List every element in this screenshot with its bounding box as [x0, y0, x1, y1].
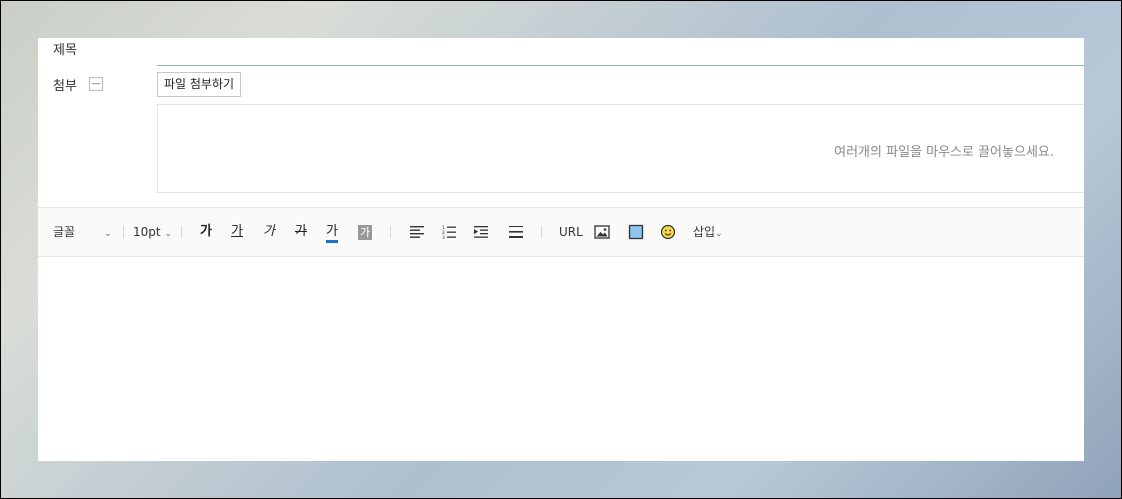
- numbered-list-icon: 1 2 3: [442, 225, 456, 240]
- strikethrough-icon: 가: [295, 224, 307, 239]
- align-button[interactable]: [409, 224, 425, 240]
- underline-icon: 가: [231, 224, 243, 239]
- subject-label: 제목: [53, 43, 77, 58]
- drop-zone-hint: 여러개의 파일을 마우스로 끌어놓으세요.: [834, 145, 1054, 160]
- toolbar-divider: [181, 226, 182, 238]
- toolbar-divider: [541, 226, 542, 238]
- url-icon: URL: [559, 225, 583, 239]
- bold-button[interactable]: 가: [200, 208, 212, 256]
- insert-menu-button[interactable]: 삽입⌄: [693, 208, 723, 256]
- svg-text:3: 3: [442, 235, 445, 240]
- font-color-button[interactable]: 가: [326, 208, 338, 256]
- font-family-value: 글꼴: [53, 225, 76, 239]
- background-color-icon: 가: [358, 225, 373, 240]
- numbered-list-button[interactable]: 1 2 3: [441, 224, 457, 240]
- indent-button[interactable]: [473, 224, 489, 240]
- font-color-icon: 가: [326, 224, 338, 243]
- font-size-select[interactable]: 10pt ⌄: [133, 208, 172, 256]
- underline-button[interactable]: 가: [231, 208, 243, 256]
- emoticon-button[interactable]: [660, 224, 676, 240]
- smiley-icon: [660, 224, 676, 240]
- bold-icon: 가: [200, 224, 212, 239]
- italic-button[interactable]: 가: [263, 208, 275, 256]
- font-size-value: 10pt: [133, 225, 161, 239]
- url-button[interactable]: URL: [559, 208, 583, 256]
- font-family-chevron-icon[interactable]: ⌄: [104, 208, 112, 256]
- compose-panel: 제목 첨부 — 파일 첨부하기 여러개의 파일을 마우스로 끌어놓으세요. 글꼴…: [38, 38, 1084, 461]
- horizontal-line-button[interactable]: [508, 224, 524, 240]
- indent-icon: [474, 226, 488, 238]
- insert-image-button[interactable]: [594, 224, 610, 240]
- table-icon: [628, 224, 644, 240]
- toolbar-divider: [123, 226, 124, 238]
- attach-collapse-button[interactable]: —: [89, 77, 103, 91]
- horizontal-line-icon: [509, 226, 523, 238]
- editor-toolbar: 글꼴 ⌄ 10pt ⌄ 가 가 가 가 가 가 1 2 3 URL 삽입⌄: [38, 207, 1084, 257]
- font-size-chevron-icon: ⌄: [164, 229, 172, 239]
- toolbar-divider: [390, 226, 391, 238]
- align-left-icon: [410, 226, 424, 238]
- subject-input[interactable]: [157, 65, 1084, 66]
- image-icon: [594, 225, 610, 239]
- background-color-button[interactable]: 가: [358, 208, 373, 256]
- insert-table-button[interactable]: [628, 224, 644, 240]
- font-family-select[interactable]: 글꼴: [53, 208, 75, 256]
- attach-label: 첨부: [53, 79, 77, 94]
- insert-menu-label: 삽입: [693, 225, 716, 239]
- attach-file-button[interactable]: 파일 첨부하기: [157, 72, 242, 97]
- italic-icon: 가: [263, 224, 275, 239]
- strikethrough-button[interactable]: 가: [295, 208, 307, 256]
- file-drop-zone[interactable]: 여러개의 파일을 마우스로 끌어놓으세요.: [157, 104, 1084, 193]
- insert-chevron-icon: ⌄: [715, 229, 723, 239]
- editor-body[interactable]: [38, 257, 1084, 461]
